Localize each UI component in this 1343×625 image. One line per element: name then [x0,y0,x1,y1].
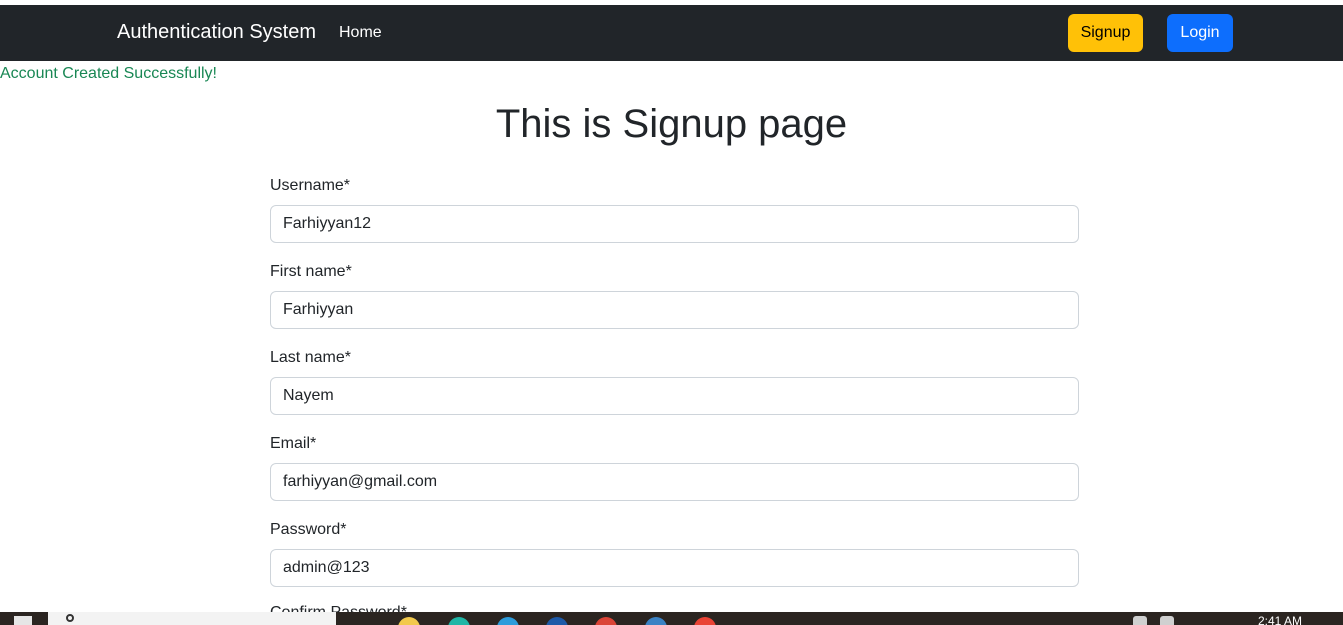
username-label: Username* [270,177,351,194]
chrome-icon[interactable] [595,617,617,625]
username-input[interactable]: Farhiyyan12 [270,205,1079,243]
navbar: Authentication System Home Signup Login [0,5,1343,61]
success-message: Account Created Successfully! [0,65,217,82]
taskbar-clock[interactable]: 2:41 AM [1258,614,1302,625]
login-button[interactable]: Login [1167,14,1233,52]
last-name-label: Last name* [270,349,351,366]
first-name-input[interactable]: Farhiyyan [270,291,1079,329]
store-icon[interactable] [497,617,519,625]
app-icon[interactable] [694,617,716,625]
page-title: This is Signup page [495,102,848,146]
first-name-label: First name* [270,263,352,280]
email-input[interactable]: farhiyyan@gmail.com [270,463,1079,501]
email-label: Email* [270,435,317,452]
nav-home-link[interactable]: Home [339,24,382,42]
password-input[interactable]: admin@123 [270,549,1079,587]
taskbar-search-box[interactable] [48,612,336,625]
app-icon[interactable] [645,617,667,625]
folder-icon[interactable] [398,617,420,625]
windows-icon[interactable] [14,616,32,625]
network-icon[interactable] [1133,616,1147,625]
volume-icon[interactable] [1160,616,1174,625]
brand-title[interactable]: Authentication System [117,21,316,44]
signup-button[interactable]: Signup [1068,14,1143,52]
vscode-icon[interactable] [546,617,568,625]
search-icon [66,614,74,622]
password-label: Password* [270,521,347,538]
windows-taskbar: 2:41 AM [0,612,1343,625]
last-name-input[interactable]: Nayem [270,377,1079,415]
edge-icon[interactable] [448,617,470,625]
